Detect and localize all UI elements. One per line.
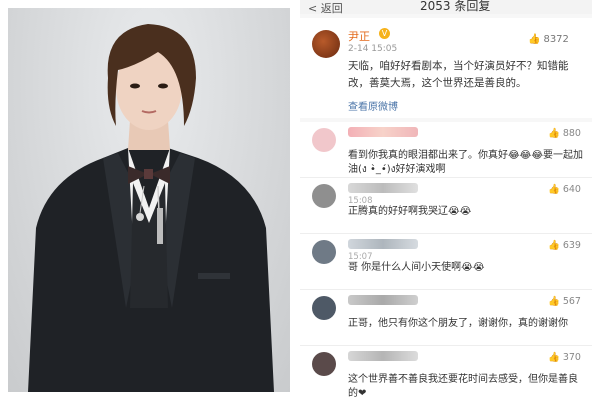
author-name[interactable]: 尹正 — [348, 28, 370, 44]
comment-like-count: 567 — [562, 296, 581, 307]
commenter-name-blurred[interactable] — [348, 295, 418, 305]
comment-text: 正哥，他只有你这个朋友了，谢谢你，真的谢谢你 — [348, 318, 568, 329]
comment-item: 15:07 👍 639 哥 你是什么人间小天使啊😭😭 — [300, 234, 592, 290]
comment-item: 👍 370 这个世界善不善良我还要花时间去感受，但你是善良的❤ — [300, 346, 592, 400]
author-avatar[interactable] — [312, 30, 340, 58]
back-button[interactable]: < 返回 — [308, 0, 343, 16]
comment-like-button[interactable]: 👍 370 — [548, 352, 581, 363]
comment-like-count: 640 — [562, 184, 581, 195]
comment-like-button[interactable]: 👍 567 — [548, 296, 581, 307]
thumbs-up-icon: 👍 — [548, 352, 560, 363]
post-date: 2-14 15:05 — [348, 44, 398, 54]
commenter-avatar[interactable] — [312, 296, 336, 320]
commenter-avatar[interactable] — [312, 184, 336, 208]
thumbs-up-icon: 👍 — [548, 184, 560, 195]
portrait-photo — [8, 8, 290, 392]
commenter-avatar[interactable] — [312, 240, 336, 264]
comment-like-button[interactable]: 👍 880 — [548, 128, 581, 139]
commenter-name-blurred[interactable] — [348, 127, 418, 137]
thumbs-up-icon: 👍 — [528, 34, 541, 45]
view-original-link[interactable]: 查看原微博 — [348, 98, 398, 113]
portrait-illustration — [28, 24, 274, 392]
comment-list: 👍 880 看到你我真的眼泪都出来了。你真好😂😂😂要一起加油(ง •̀_•́)ง好… — [300, 122, 592, 400]
comment-text: 这个世界善不善良我还要花时间去感受，但你是善良的❤ — [348, 374, 578, 399]
original-post: 尹正 V 2-14 15:05 👍 8372 天临，咱好好看剧本，当个好演员好不？… — [300, 18, 592, 118]
comment-item: 👍 567 正哥，他只有你这个朋友了，谢谢你，真的谢谢你 — [300, 290, 592, 346]
top-bar: < 返回 2053 条回复 — [300, 0, 592, 16]
weibo-screenshot: < 返回 2053 条回复 尹正 V 2-14 15:05 👍 8372 天临，咱… — [300, 0, 592, 400]
thumbs-up-icon: 👍 — [548, 240, 560, 251]
post-text: 天临，咱好好看剧本，当个好演员好不？知错能改，善莫大焉，这个世界还是善良的。 — [348, 60, 569, 89]
post-like-button[interactable]: 👍 8372 — [528, 34, 569, 45]
comment-item: 15:08 👍 640 正腾真的好好啊我哭辽😭😭 — [300, 178, 592, 234]
comment-text: 看到你我真的眼泪都出来了。你真好😂😂😂要一起加油(ง •̀_•́)ง好好演戏啊 — [348, 150, 584, 175]
commenter-avatar[interactable] — [312, 352, 336, 376]
page-title: 2053 条回复 — [420, 0, 491, 13]
comment-like-button[interactable]: 👍 639 — [548, 240, 581, 251]
commenter-avatar[interactable] — [312, 128, 336, 152]
post-like-count: 8372 — [543, 34, 569, 45]
comment-text: 哥 你是什么人间小天使啊😭😭 — [348, 262, 485, 273]
comment-like-count: 880 — [562, 128, 581, 139]
commenter-name-blurred[interactable] — [348, 351, 418, 361]
commenter-name-blurred[interactable] — [348, 183, 418, 193]
verified-icon: V — [379, 28, 390, 39]
comment-text: 正腾真的好好啊我哭辽😭😭 — [348, 206, 472, 217]
comment-like-button[interactable]: 👍 640 — [548, 184, 581, 195]
commenter-name-blurred[interactable] — [348, 239, 418, 249]
comment-like-count: 370 — [562, 352, 581, 363]
comment-item: 👍 880 看到你我真的眼泪都出来了。你真好😂😂😂要一起加油(ง •̀_•́)ง好… — [300, 122, 592, 178]
comment-like-count: 639 — [562, 240, 581, 251]
thumbs-up-icon: 👍 — [548, 128, 560, 139]
thumbs-up-icon: 👍 — [548, 296, 560, 307]
